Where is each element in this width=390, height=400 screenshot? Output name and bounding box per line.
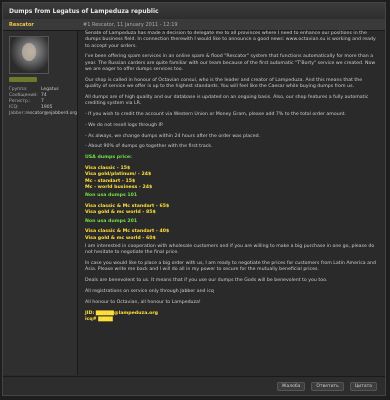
- bullet: - About 90% of dumps go together with th…: [85, 144, 213, 150]
- forum-window: Dumps from Legatus of Lampeduza republic…: [2, 2, 386, 396]
- paragraph: All dumps are of high quality and our da…: [85, 94, 369, 107]
- bullet: - As always, we change dumps within 24 h…: [85, 133, 261, 139]
- paragraph: All registrations on service only throug…: [85, 288, 214, 294]
- rank-badge: [9, 77, 37, 82]
- post: Rescator #1 Rescator, 11 January 2011 - …: [3, 19, 385, 395]
- post-body: Senate of Lampeduza has made a decision …: [85, 31, 377, 375]
- reply-button[interactable]: Ответить: [311, 381, 344, 391]
- paragraph: Our shop is called in honour of Octavian…: [85, 77, 363, 90]
- eu101-heading: Non usa dumps 101: [85, 193, 138, 199]
- stat-value: rescator@ejabberd.org: [25, 111, 77, 116]
- stat-row: Jabber: rescator@ejabberd.org: [9, 111, 77, 117]
- avatar: [9, 36, 49, 74]
- post-header: Rescator #1 Rescator, 11 January 2011 - …: [3, 19, 385, 31]
- post-actions: Жалоба Ответить Цитата: [3, 376, 385, 395]
- bullet: - If you wish to credit the account via …: [85, 111, 347, 117]
- paragraph: I am interested in cooperation with whol…: [85, 243, 375, 256]
- bullet: - We do not resell logs through IP.: [85, 122, 164, 128]
- profile-stats: Группа: Legatus Сообщений: 74 Регистр.: 7 I…: [9, 87, 77, 117]
- thread-title: Dumps from Legatus of Lampeduza republic: [3, 3, 385, 20]
- paragraph: Senate of Lampeduza has made a decision …: [85, 31, 376, 49]
- icq-contact: icq# ▇▇▇▇: [85, 316, 113, 322]
- usa-price-heading: USA dumps price:: [85, 155, 132, 161]
- author-profile: Группа: Legatus Сообщений: 74 Регистр.: 7 I…: [3, 31, 78, 375]
- report-button[interactable]: Жалоба: [276, 381, 306, 391]
- post-author[interactable]: Rescator: [3, 22, 77, 28]
- paragraph: In case you would like to place a big or…: [85, 261, 376, 273]
- paragraph: I've been offering spam services in an o…: [85, 54, 376, 72]
- quote-button[interactable]: Цитата: [349, 381, 377, 391]
- stat-label: Jabber:: [9, 111, 25, 116]
- post-date: #1 Rescator, 11 January 2011 - 12:19: [83, 21, 178, 28]
- paragraph: Deals are benevolent to us. It means tha…: [85, 278, 328, 284]
- paragraph: All honour to Octavian, all honour to La…: [85, 299, 201, 305]
- eu201-heading: Non usa dumps 201: [85, 218, 138, 224]
